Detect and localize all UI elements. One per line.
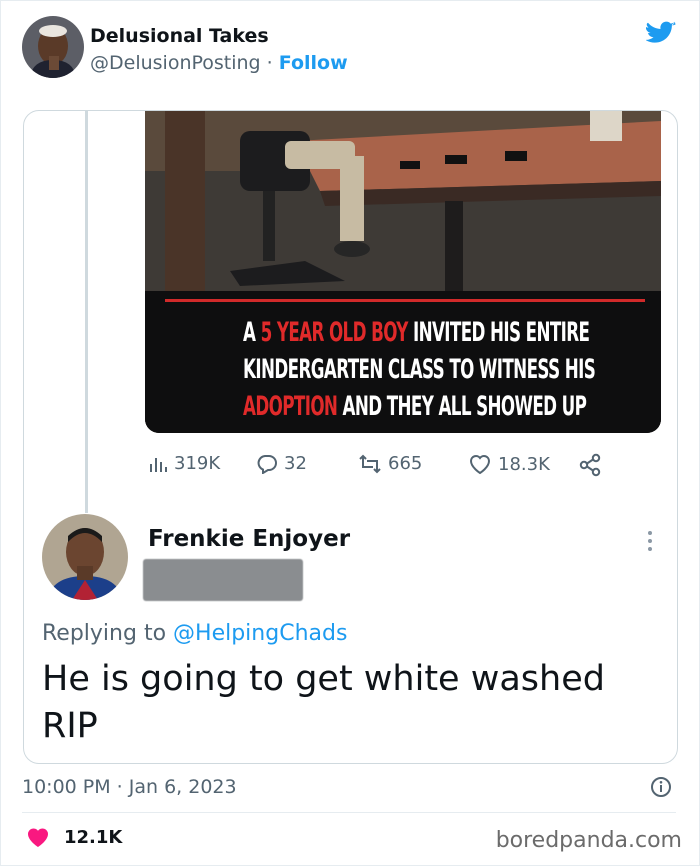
- reply-text-line-1: He is going to get white washed: [42, 659, 605, 699]
- more-options-icon[interactable]: [647, 529, 653, 553]
- twitter-bird-icon[interactable]: [646, 21, 676, 47]
- like-stat[interactable]: 18.3K: [468, 453, 550, 475]
- replying-to-line: Replying to @HelpingChads: [42, 621, 347, 646]
- replying-prefix: Replying to: [42, 621, 174, 646]
- author-display-name[interactable]: Delusional Takes: [90, 25, 269, 47]
- info-icon[interactable]: [650, 776, 672, 798]
- heart-filled-icon: [27, 828, 49, 847]
- author-handle-row: @DelusionPosting · Follow: [90, 52, 348, 74]
- quoted-media-image[interactable]: A 5 YEAR OLD BOY INVITED HIS ENTIRE KIND…: [145, 111, 661, 433]
- handle-separator: ·: [266, 52, 273, 74]
- follow-button[interactable]: Follow: [279, 52, 348, 74]
- heart-outline-icon: [469, 455, 491, 475]
- share-stat[interactable]: [578, 453, 602, 477]
- views-count: 319K: [174, 453, 221, 474]
- tweet-timestamp[interactable]: 10:00 PM · Jan 6, 2023: [22, 776, 237, 798]
- quoted-stats-bar: 319K 32 665 18.3K: [148, 453, 628, 481]
- likes-row[interactable]: 12.1K: [26, 826, 122, 848]
- views-icon: [150, 457, 167, 472]
- like-count: 18.3K: [498, 453, 550, 475]
- tweet-header: Delusional Takes @DelusionPosting · Foll…: [22, 16, 682, 80]
- author-avatar[interactable]: [22, 16, 84, 78]
- retweet-icon: [359, 454, 381, 473]
- reply-card[interactable]: A 5 YEAR OLD BOY INVITED HIS ENTIRE KIND…: [23, 110, 678, 764]
- share-icon: [579, 453, 601, 477]
- watermark: boredpanda.com: [495, 828, 682, 853]
- thread-line: [85, 111, 88, 513]
- reply-stat[interactable]: 32: [256, 453, 307, 474]
- views-stat[interactable]: 319K: [148, 453, 220, 474]
- media-caption: A 5 YEAR OLD BOY INVITED HIS ENTIRE KIND…: [243, 317, 596, 422]
- reply-text-line-2: RIP: [42, 706, 98, 746]
- likes-count: 12.1K: [64, 826, 123, 848]
- reply-icon: [257, 454, 277, 474]
- reply-count: 32: [284, 453, 307, 474]
- author-handle[interactable]: @DelusionPosting: [90, 52, 261, 74]
- retweet-stat[interactable]: 665: [358, 453, 422, 474]
- redacted-handle: [143, 559, 303, 601]
- reply-author-name[interactable]: Frenkie Enjoyer: [148, 526, 350, 552]
- retweet-count: 665: [388, 453, 423, 474]
- reply-author-avatar[interactable]: [42, 514, 128, 600]
- reply-text: He is going to get white washed RIP: [42, 656, 652, 750]
- replying-to-mention[interactable]: @HelpingChads: [173, 621, 347, 646]
- footer-divider: [22, 812, 676, 813]
